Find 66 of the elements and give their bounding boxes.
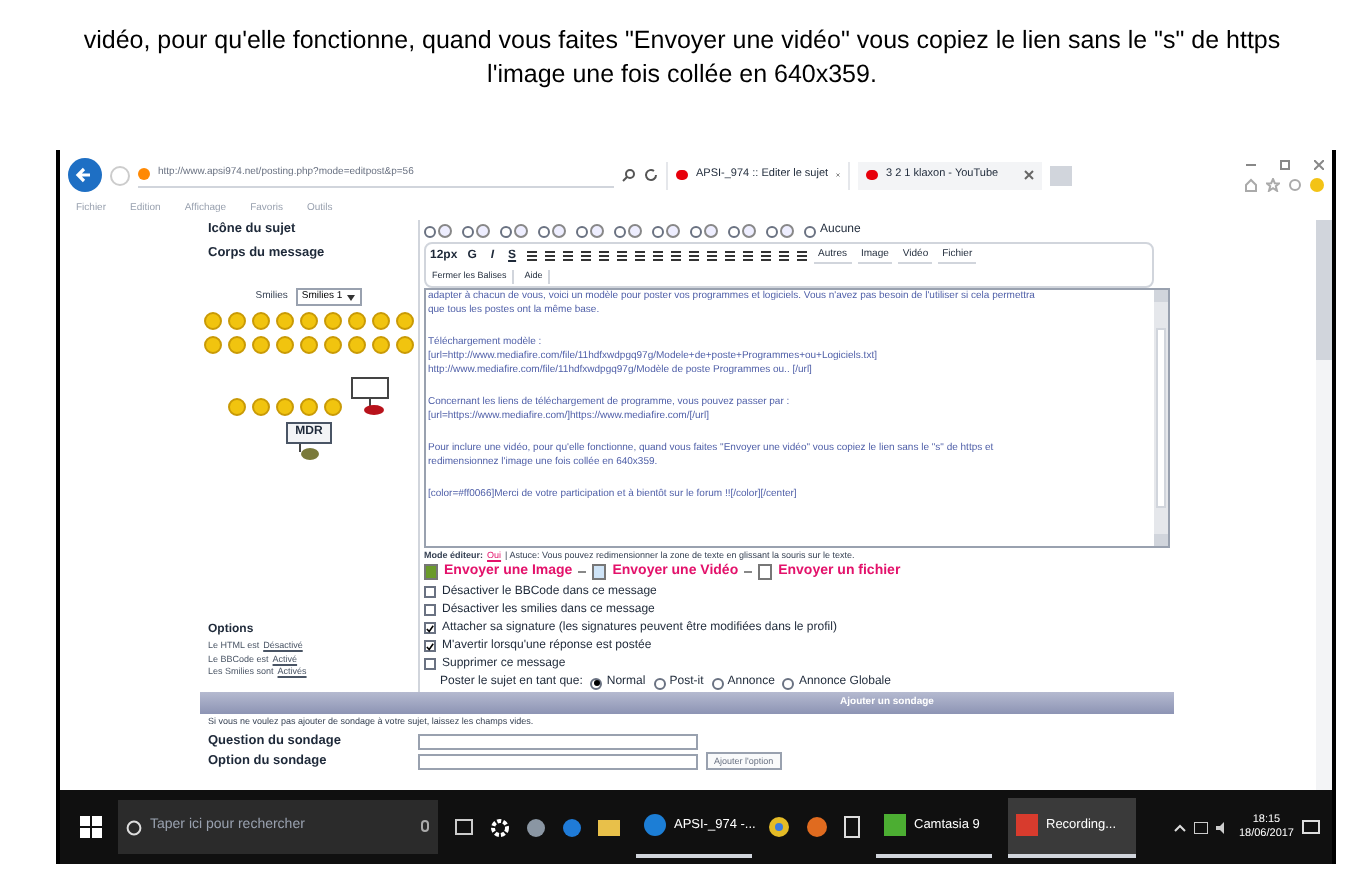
network-icon[interactable] [1194,821,1209,833]
caption-line: vidéo, pour qu'elle fonctionne, quand vous faites "Envoyer une vidéo" vous copiez le lien sans le "s" de https [83,24,1281,58]
browser-icon [644,814,666,836]
radio-button[interactable] [804,225,816,237]
radio-button[interactable] [728,225,740,237]
radio-button[interactable] [690,225,702,237]
app-icon [884,814,906,836]
caption-line: l'image une fois collée en 640x359. [487,58,877,92]
sign-icon[interactable] [347,376,391,417]
windows-icon[interactable] [80,816,102,838]
topic-icon[interactable] [514,224,528,238]
radio-button[interactable] [652,225,664,237]
scrollbar[interactable] [1316,220,1332,790]
topic-icon[interactable] [552,224,566,238]
radio-button[interactable] [766,225,778,237]
radio-button[interactable] [782,677,795,689]
input-field[interactable] [418,753,698,769]
message-textarea[interactable] [424,288,1170,548]
scrollbar[interactable] [1154,290,1168,546]
notification-icon[interactable] [1302,819,1320,835]
maximize-icon[interactable] [1280,159,1290,169]
chevron-icon[interactable] [1174,823,1187,831]
folder-icon[interactable] [598,818,620,836]
radio-button[interactable] [653,677,666,689]
checkbox[interactable] [424,640,436,652]
topic-icon[interactable] [628,224,642,238]
dropdown-icon [346,293,357,301]
checkbox[interactable] [424,586,436,598]
radio-button[interactable] [462,225,474,237]
topic-icon[interactable] [590,224,604,238]
task-view-icon[interactable] [454,818,474,836]
search-icon[interactable] [622,168,636,182]
topic-icon[interactable] [742,224,756,238]
microphone-icon[interactable] [420,819,430,835]
topic-icon[interactable] [704,224,718,238]
radio-button[interactable] [590,677,603,689]
input-field[interactable] [418,733,698,749]
search-icon [126,819,142,835]
back-button[interactable] [68,158,102,192]
radio-button[interactable] [424,225,436,237]
calculator-icon[interactable] [844,816,860,838]
minimize-icon[interactable] [1246,159,1256,169]
close-icon[interactable] [1024,170,1034,180]
close-icon[interactable] [1314,159,1324,169]
separator-icon [578,570,587,574]
radio-button[interactable] [711,677,724,689]
chrome-icon[interactable] [768,816,790,838]
star-icon[interactable] [1266,177,1280,191]
app-icon[interactable] [526,817,546,837]
radio-button[interactable] [576,225,588,237]
topic-icon[interactable] [666,224,680,238]
app-icon [1016,814,1038,836]
refresh-icon[interactable] [644,168,658,182]
checkbox[interactable] [424,622,436,634]
radio-button[interactable] [500,225,512,237]
checkbox[interactable] [424,604,436,616]
radio-button[interactable] [538,225,550,237]
topic-icon[interactable] [780,224,794,238]
file-icon[interactable] [758,564,773,580]
radio-button[interactable] [614,225,626,237]
topic-icon[interactable] [476,224,490,238]
topic-icon[interactable] [438,224,452,238]
checkbox[interactable] [424,658,436,670]
firefox-icon[interactable] [806,816,828,838]
separator-icon [744,570,753,574]
edge-icon[interactable] [562,817,582,837]
